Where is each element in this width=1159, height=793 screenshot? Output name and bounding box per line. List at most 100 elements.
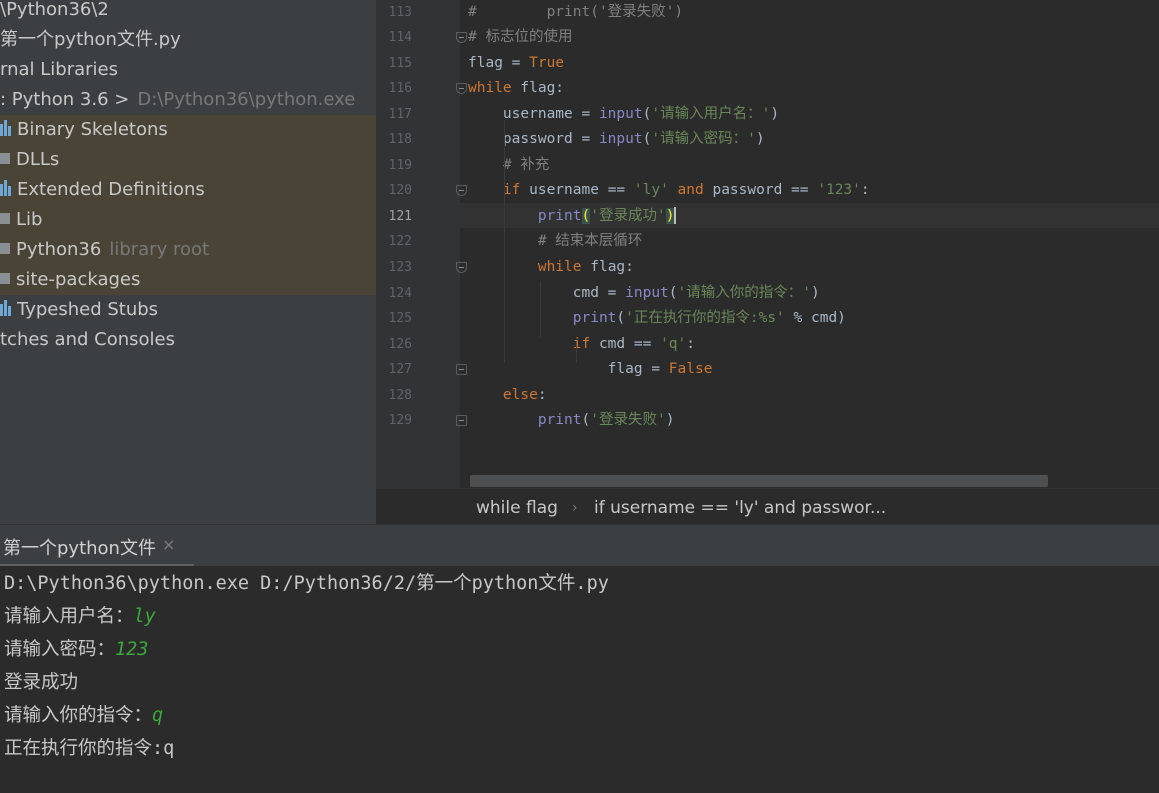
code-token: False <box>668 361 713 378</box>
code-token: 'q' <box>660 335 687 352</box>
code-token: % cmd) <box>784 310 846 327</box>
code-token: '正在执行你的指令:%s' <box>625 310 785 327</box>
tree-row[interactable]: rnal Libraries <box>0 55 376 85</box>
console-user-input: ly <box>133 606 156 627</box>
indent-guide <box>540 281 541 338</box>
text-caret <box>674 207 677 225</box>
fold-icon[interactable] <box>456 32 467 44</box>
code-line: if username == 'ly' and password == '123… <box>468 178 870 203</box>
code-token: '123' <box>817 182 861 199</box>
run-tab[interactable]: 第一个python文件 × <box>0 525 194 567</box>
tree-row[interactable]: site-packages <box>0 265 376 295</box>
code-token: username = <box>468 105 599 122</box>
code-token: if <box>468 182 521 199</box>
code-token: cmd == <box>590 335 661 352</box>
console-output-text: D:\Python36\python.exe D:/Python36/2/第一个… <box>4 573 609 594</box>
code-line: username = input('请输入用户名：') <box>468 102 779 127</box>
code-token: : <box>860 182 870 199</box>
code-token: if <box>468 335 591 352</box>
breadcrumb-item-while[interactable]: while flag <box>476 489 558 527</box>
line-number: 123 <box>388 260 412 275</box>
code-token: : <box>537 386 547 403</box>
code-token: print <box>468 412 582 429</box>
tree-item-label: Typeshed Stubs <box>17 299 159 320</box>
code-token: while <box>468 80 512 97</box>
code-token: password == <box>703 182 818 199</box>
indent-guide <box>576 347 577 363</box>
tree-row[interactable]: Binary Skeletons <box>0 115 376 145</box>
line-number: 118 <box>388 132 412 148</box>
project-tree-panel: \Python36\2 第一个python文件.py rnal Libraries:… <box>0 0 376 524</box>
code-token: # print('登录失败') <box>468 3 684 20</box>
code-token: # 补充 <box>468 156 550 173</box>
tree-item-label: rnal Libraries <box>0 59 118 80</box>
console-output-text: 请输入你的指令： <box>4 705 153 726</box>
fold-icon[interactable] <box>456 262 467 273</box>
code-line: else: <box>468 383 547 408</box>
fold-icon[interactable] <box>456 364 467 376</box>
tree-item-label: Binary Skeletons <box>17 119 168 140</box>
tree-row[interactable]: Python36 library root <box>0 235 376 265</box>
code-line: # 补充 <box>468 153 549 178</box>
console-line: 请输入你的指令：q <box>4 699 163 732</box>
tree-row[interactable]: 第一个python文件.py <box>0 25 376 55</box>
tree-item-label: DLLs <box>16 149 60 170</box>
line-number: 116 <box>388 81 412 97</box>
line-number: 128 <box>388 387 412 403</box>
close-icon[interactable]: × <box>162 535 175 554</box>
code-token: ) <box>811 284 820 301</box>
folder-icon <box>0 152 10 164</box>
code-token: ( <box>668 284 678 301</box>
console-output-text: 请输入用户名： <box>4 606 134 627</box>
line-number: 117 <box>388 106 412 122</box>
code-token: print <box>468 310 617 327</box>
tree-row[interactable]: tches and Consoles <box>0 325 376 355</box>
code-token: and <box>668 182 704 199</box>
breadcrumb-separator-icon: › <box>572 500 578 516</box>
tree-row[interactable]: : Python 3.6 > D:\Python36\python.exe <box>0 85 376 115</box>
code-line: # print('登录失败') <box>468 0 683 25</box>
code-token: ( <box>581 207 591 224</box>
folder-icon <box>0 212 10 224</box>
tree-row[interactable]: Typeshed Stubs <box>0 295 376 325</box>
console-line: 请输入用户名：ly <box>4 600 156 633</box>
line-number-gutter: 113 114 115 116 117 118 119 120 121 122 123 124 125 1… <box>376 0 460 488</box>
folder-icon <box>0 242 10 254</box>
library-icon <box>0 180 11 196</box>
code-token: True <box>529 54 565 71</box>
fold-icon[interactable] <box>456 185 467 197</box>
library-icon <box>0 300 11 316</box>
code-line: password = input('请输入密码：') <box>468 127 765 152</box>
code-line: cmd = input('请输入你的指令：') <box>468 281 820 306</box>
code-token: password = <box>468 131 599 148</box>
run-panel-header: 第一个python文件 × <box>0 524 1159 567</box>
line-number: 113 <box>388 4 412 20</box>
tree-row[interactable]: Extended Definitions <box>0 175 376 205</box>
line-number: 126 <box>388 336 412 352</box>
code-line: while flag: <box>468 76 564 101</box>
code-token: flag = <box>468 54 530 71</box>
line-number: 129 <box>388 413 412 429</box>
code-editor[interactable]: 113 114 115 116 117 118 119 120 121 122 123 124 125 1… <box>376 0 1159 488</box>
tree-item-hint: library root <box>109 239 210 260</box>
code-token: ( <box>581 412 591 429</box>
code-token: flag: <box>581 259 634 275</box>
console-line: 请输入密码：123 <box>4 633 148 666</box>
code-token: '请输入密码：' <box>651 131 756 148</box>
breadcrumb-item-if[interactable]: if username == 'ly' and passwor... <box>594 489 886 527</box>
tree-row[interactable]: \Python36\2 <box>0 0 376 25</box>
horizontal-scrollbar[interactable] <box>470 475 1048 487</box>
line-number: 122 <box>388 234 412 250</box>
fold-icon[interactable] <box>456 83 467 95</box>
tree-row[interactable]: DLLs <box>0 145 376 175</box>
code-line: print('正在执行你的指令:%s' % cmd) <box>468 306 846 331</box>
tree-item-label: Extended Definitions <box>17 179 205 200</box>
tree-item-label: tches and Consoles <box>0 329 175 350</box>
tree-row[interactable]: Lib <box>0 205 376 235</box>
code-token: flag: <box>511 80 565 97</box>
fold-icon[interactable] <box>456 415 467 427</box>
console-line: 登录成功 <box>4 666 78 699</box>
run-console[interactable]: D:\Python36\python.exe D:/Python36/2/第一个… <box>0 566 1159 793</box>
code-token: # 结束本层循环 <box>468 233 643 250</box>
line-number: 115 <box>388 55 412 71</box>
